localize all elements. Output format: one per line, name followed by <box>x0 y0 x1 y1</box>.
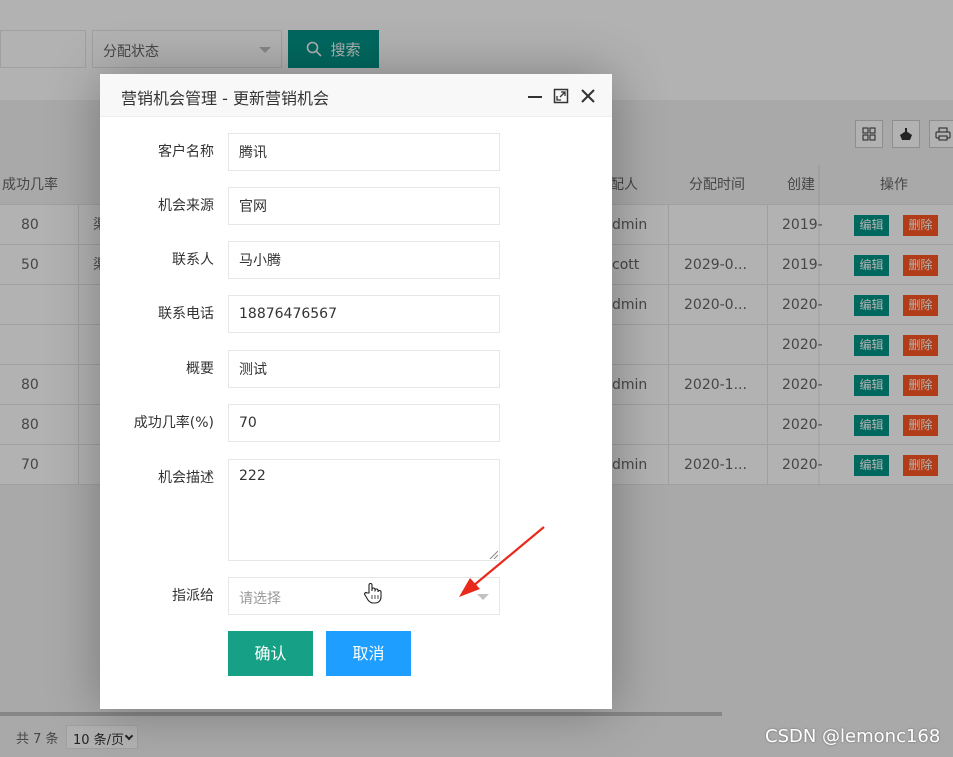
contact-label: 联系人 <box>172 252 214 268</box>
close-icon[interactable] <box>580 88 596 104</box>
source-label: 机会来源 <box>158 198 214 214</box>
success-rate-label: 成功几率(%) <box>133 415 214 431</box>
watermark: CSDN @lemonc168 <box>765 726 941 747</box>
description-label: 机会描述 <box>158 470 214 486</box>
cancel-button[interactable]: 取消 <box>326 631 411 676</box>
summary-input[interactable] <box>228 350 500 388</box>
phone-label: 联系电话 <box>158 306 214 322</box>
minimize-icon[interactable] <box>527 88 543 104</box>
update-opportunity-dialog: 营销机会管理 - 更新营销机会 客户名称 机会来源 联系人 联系电话 概要 成功… <box>100 74 612 709</box>
customer-name-input[interactable] <box>228 133 500 171</box>
hand-cursor-icon <box>364 583 382 604</box>
source-input[interactable] <box>228 187 500 225</box>
confirm-button[interactable]: 确认 <box>228 631 313 676</box>
success-rate-input[interactable] <box>228 404 500 442</box>
dialog-title: 营销机会管理 - 更新营销机会 <box>121 89 329 108</box>
contact-input[interactable] <box>228 241 500 279</box>
phone-input[interactable] <box>228 295 500 333</box>
annotation-arrow-icon <box>459 526 545 597</box>
customer-name-label: 客户名称 <box>158 144 214 160</box>
summary-label: 概要 <box>186 361 214 377</box>
assign-to-placeholder: 请选择 <box>239 591 281 607</box>
assign-to-label: 指派给 <box>172 588 214 604</box>
dialog-header: 营销机会管理 - 更新营销机会 <box>100 74 612 117</box>
maximize-icon[interactable] <box>553 88 569 104</box>
